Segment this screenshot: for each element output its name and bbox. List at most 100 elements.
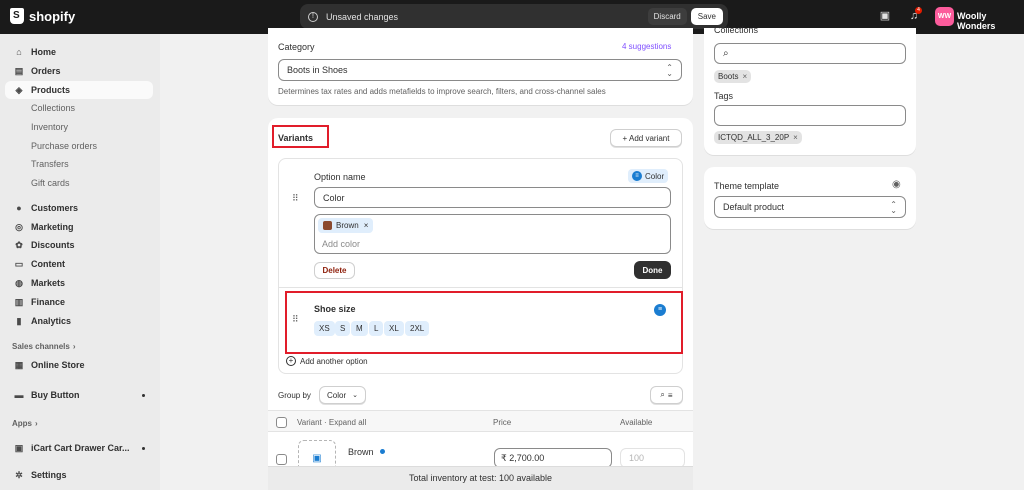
add-another-option-button[interactable]: + Add another option [286,356,368,366]
sidebar-item-finance[interactable]: ▥ Finance [5,293,153,311]
sidebar-item-label: Customers [31,203,79,213]
product-tag-text: ICTQD_ALL_3_20P [718,133,790,142]
select-chevron-icon: ⌃ ⌄ [666,63,673,78]
group-by-label: Group by [278,391,311,400]
highlight-box-shoe-size [285,291,683,354]
color-metafield-badge[interactable]: ≡ Color [628,169,669,183]
sidebar-item-label: Online Store [31,360,85,370]
sidebar-item-label: Purchase orders [31,141,98,151]
save-button[interactable]: Save [690,8,723,25]
dot-indicator [142,447,145,450]
chevron-down-icon: ⌄ [352,392,358,399]
products-icon: ◈ [15,85,23,95]
group-by-value: Color [327,390,347,400]
theme-template-value: Default product [723,202,785,212]
sidebar-item-label: Discounts [31,240,75,250]
category-hint: Determines tax rates and adds metafields… [278,87,606,96]
markets-icon: ◍ [15,278,23,288]
color-badge-text: Color [645,171,665,181]
sidebar-item-products[interactable]: ◈ Products [5,81,153,99]
variant-column-header[interactable]: Variant · Expand all [297,418,366,427]
currency-symbol: ₹ [501,452,507,463]
collections-search-input[interactable]: ⌕ [714,43,906,64]
drag-handle-icon[interactable]: ⠿ [292,194,300,203]
sidebar-item-discounts[interactable]: ✿ Discounts [5,236,153,254]
sales-channels-text: Sales channels [12,342,70,351]
sidebar-item-label: Content [31,259,65,269]
tags-input[interactable] [714,105,906,126]
discounts-icon: ✿ [15,240,23,250]
collection-tag[interactable]: Boots × [714,70,752,83]
sidebar-item-label: Finance [31,297,66,307]
value-chip-brown[interactable]: Brown × [318,218,374,233]
search-icon: ⌕ [723,48,729,59]
content-icon: ▭ [14,259,24,269]
apps-text: Apps [12,419,32,428]
sidebar-item-home[interactable]: ⌂ Home [5,43,153,61]
sidebar-item-gift-cards[interactable]: Gift cards [5,174,153,192]
sidebar-item-label: iCart Cart Drawer Car... [31,443,130,453]
notification-badge: 4 [915,7,922,14]
marketing-icon: ◎ [15,222,23,232]
row-checkbox[interactable] [276,454,287,465]
suggestions-link[interactable]: 4 suggestions [622,42,671,51]
add-another-option-text: Add another option [300,356,368,366]
unsaved-changes-bar: ! Unsaved changes Discard Save [300,4,728,29]
eye-icon[interactable]: ◉ [892,179,901,190]
sidebar-item-label: Products [31,85,71,95]
remove-tag-icon[interactable]: × [742,72,747,81]
product-tag[interactable]: ICTQD_ALL_3_20P × [714,131,802,144]
sidebar-item-inventory[interactable]: Inventory [5,118,153,136]
sidebar-item-customers[interactable]: ● Customers [5,199,153,217]
select-all-checkbox[interactable] [276,417,287,428]
add-variant-button[interactable]: + Add variant [610,129,682,147]
category-card: Category 4 suggestions Boots in Shoes ⌃ ⌄… [268,28,693,105]
option-name-input[interactable]: Color [314,187,671,208]
customers-icon: ● [16,203,22,213]
sidebar-item-markets[interactable]: ◍ Markets [5,274,153,292]
sidebar-item-online-store[interactable]: ▦ Online Store [5,356,153,374]
sidebar-item-collections[interactable]: Collections [5,99,153,117]
sidebar-item-label: Buy Button [31,390,80,400]
add-color-input[interactable]: Add color [322,239,360,249]
sidebar-item-label: Gift cards [31,178,70,188]
sidebar-item-transfers[interactable]: Transfers [5,155,153,173]
avatar[interactable]: WW [935,7,954,26]
sidebar-item-settings[interactable]: ✲ Settings [5,466,153,484]
sidebar-item-label: Collections [31,103,76,113]
sidebar-item-icart[interactable]: ▣ iCart Cart Drawer Car... [5,439,153,457]
store-name[interactable]: Woolly Wonders [957,11,1024,31]
done-button[interactable]: Done [634,261,671,279]
variant-name: Brown [348,447,374,457]
sidebar-item-label: Home [31,47,57,57]
remove-tag-icon[interactable]: × [793,133,798,142]
price-input[interactable]: ₹ 2,700.00 [494,448,612,468]
shopify-logo[interactable]: shopify [10,8,75,24]
plus-circle-icon: + [286,356,296,366]
sidebar-item-buy-button[interactable]: ▬ Buy Button [5,386,153,404]
app-icon: ▣ [14,443,24,453]
sidebar-item-marketing[interactable]: ◎ Marketing [5,218,153,236]
search-filter-button[interactable]: ⌕ ≡ [650,386,683,404]
sidebar-item-label: Analytics [31,316,72,326]
group-by-select[interactable]: Color ⌄ [319,386,366,404]
sidebar-item-content[interactable]: ▭ Content [5,255,153,273]
buy-button-icon: ▬ [14,390,24,400]
store-icon[interactable]: ▣ [879,10,891,22]
delete-option-button[interactable]: Delete [314,262,355,279]
sidebar-item-label: Orders [31,66,61,76]
sidebar-item-analytics[interactable]: ▮ Analytics [5,312,153,330]
logo-text: shopify [29,8,76,24]
category-select[interactable]: Boots in Shoes ⌃ ⌄ [278,59,682,81]
price-value: 2,700.00 [509,453,545,463]
sidebar-item-purchase-orders[interactable]: Purchase orders [5,137,153,155]
sales-channels-label[interactable]: Sales channels › [12,342,75,351]
dot-indicator [142,394,145,397]
theme-template-select[interactable]: Default product ⌃ ⌄ [714,196,906,218]
remove-chip-icon[interactable]: × [364,221,369,230]
apps-label[interactable]: Apps › [12,419,38,428]
sidebar-item-orders[interactable]: ▤ Orders [5,62,153,80]
available-input[interactable]: 100 [620,448,685,468]
discard-button[interactable]: Discard [647,8,687,25]
price-column-header: Price [493,418,512,427]
